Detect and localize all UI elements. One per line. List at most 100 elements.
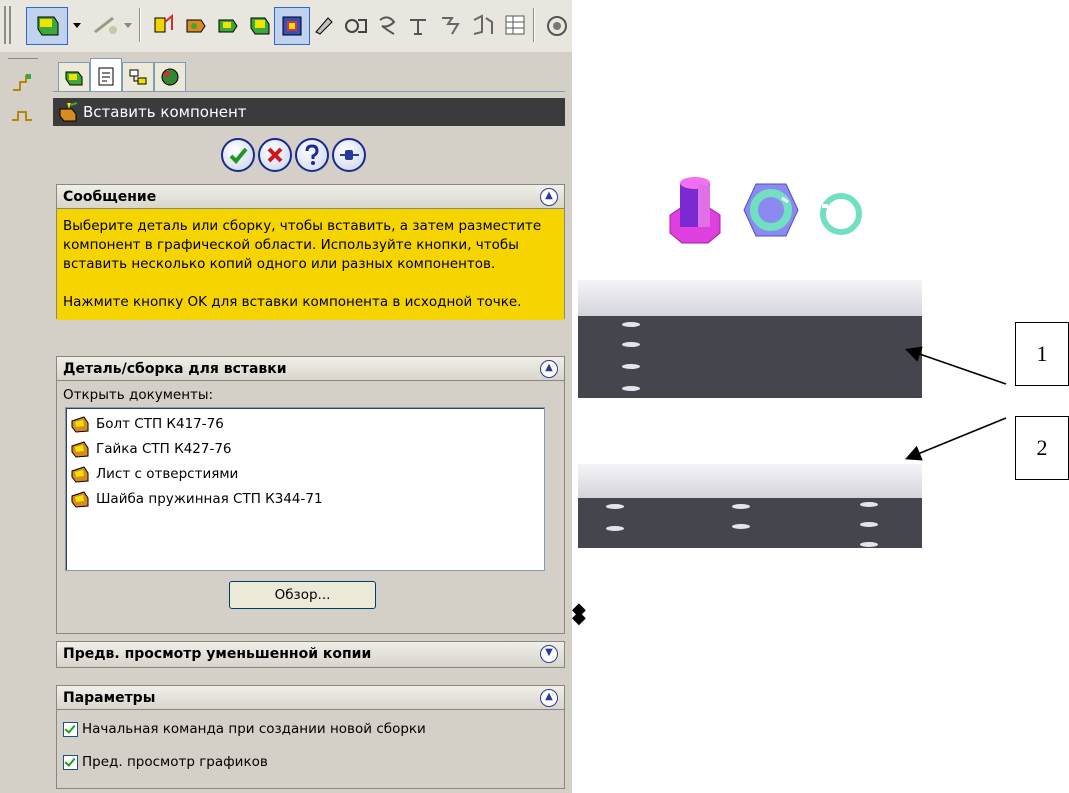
tab-appearance[interactable] [154,62,186,91]
part-icon [71,441,89,458]
browse-button[interactable]: Обзор... [229,581,376,609]
cancel-button[interactable] [258,138,292,172]
part-assembly-group: Деталь/сборка для вставки ▲ Открыть доку… [56,356,565,634]
document-name: Болт СТП К417-76 [96,416,224,432]
part-icon [71,491,89,508]
bolt-model[interactable] [668,177,722,249]
washer-model[interactable] [816,190,866,238]
pattern-component-icon[interactable] [274,7,310,45]
hole [860,522,878,527]
list-item[interactable]: Гайка СТП К427-76 [70,437,232,461]
thumbnail-preview-group-header[interactable]: Предв. просмотр уменьшенной копии ▼ [57,642,564,666]
thumbnail-preview-group: Предв. просмотр уменьшенной копии ▼ [56,641,565,668]
strip-divider [8,58,38,59]
toolbar-grip[interactable] [4,6,6,44]
callout-box-2: 2 [1015,416,1069,480]
insert-component-icon [57,101,79,123]
plate-1-front-face[interactable] [578,316,922,398]
toolbar-separator [533,8,535,42]
dropdown-arrow-icon[interactable] [120,7,136,43]
graphics-preview-checkbox[interactable] [63,754,78,770]
open-documents-list[interactable]: Болт СТП К417-76 Гайка СТП К427-76 Лист … [65,407,545,571]
feature-tree-icon [65,71,83,86]
callout-box-1: 1 [1015,322,1069,386]
document-name: Шайба пружинная СТП К344-71 [96,491,323,507]
collapse-chevron-icon[interactable]: ▲ [540,359,558,378]
panel-titlebar: Вставить компонент [53,98,565,126]
3d-view-icon[interactable] [540,7,572,43]
hide-show-icon[interactable] [338,7,372,43]
plate-1-top-face[interactable] [578,280,922,316]
tab-property-manager[interactable] [90,58,122,92]
move-component-icon[interactable] [178,7,212,43]
hole-series-icon[interactable] [466,7,500,43]
collapse-chevron-icon[interactable]: ▲ [540,187,558,206]
list-item[interactable]: Болт СТП К417-76 [70,412,224,436]
hole [860,502,878,507]
nut-model[interactable] [742,180,800,240]
part-icon [71,466,89,483]
list-item[interactable]: Лист с отверстиями [70,462,238,486]
help-button[interactable] [295,138,329,172]
message-group: Сообщение ▲ Выберите деталь или сборку, … [56,184,565,320]
configuration-icon[interactable] [10,72,34,94]
options-group-header[interactable]: Параметры ▲ [57,686,564,710]
rotate-component-icon[interactable] [210,7,244,43]
plate-2-front-face[interactable] [578,498,922,548]
leader-arrows [904,346,1007,461]
insert-component-icon[interactable] [242,7,276,43]
message-group-title: Сообщение [63,188,157,205]
appearance-sphere-icon [161,68,179,86]
part-assembly-group-header[interactable]: Деталь/сборка для вставки ▲ [57,357,564,381]
smart-fastener-icon[interactable] [88,7,122,43]
sidebar-strip [0,52,47,793]
tab-divider [53,91,565,92]
options-group: Параметры ▲ Начальная команда при создан… [56,685,565,789]
edit-icon[interactable] [306,7,340,43]
tab-configuration-manager[interactable] [122,62,154,91]
assembly-component-icon[interactable] [26,7,68,45]
message-group-header[interactable]: Сообщение ▲ [57,185,564,209]
message-body: Выберите деталь или сборку, чтобы встави… [57,209,564,320]
bom-icon[interactable] [498,7,532,43]
explode-view-icon[interactable] [370,7,404,43]
toolbar-separator [139,8,141,42]
expand-chevron-icon[interactable]: ▼ [540,645,558,663]
ok-check-icon [229,147,248,164]
exploded-line-icon[interactable] [402,7,436,43]
document-name: Гайка СТП К427-76 [96,441,232,457]
part-icon [71,416,89,433]
leader-line-1 [904,346,1007,385]
start-command-option[interactable]: Начальная команда при создании новой сбо… [63,721,426,737]
dropdown-arrow-icon[interactable] [68,7,86,43]
configuration-tree-icon [129,69,147,85]
hole [622,342,640,347]
hole [606,504,624,509]
collapse-chevron-icon[interactable]: ▲ [540,688,558,707]
toolbar-grip[interactable] [9,6,11,44]
hole [732,504,750,509]
ok-button[interactable] [221,138,255,172]
property-icon [98,67,114,85]
thumbnail-preview-group-title: Предв. просмотр уменьшенной копии [63,646,372,662]
start-command-label: Начальная команда при создании новой сбо… [82,721,426,737]
hole [622,364,640,369]
mate-icon[interactable] [146,7,180,43]
cancel-x-icon [267,147,283,163]
tab-feature-manager[interactable] [58,62,90,91]
graphics-area[interactable] [576,52,1069,793]
interference-icon[interactable] [434,7,468,43]
start-command-checkbox[interactable] [63,721,78,737]
step-signal-icon[interactable] [10,108,34,124]
pushpin-icon [340,150,359,160]
property-manager-panel: Вставить компонент Сообщение ▲ Выберите … [46,52,572,793]
open-documents-label: Открыть документы: [63,387,214,403]
plate-2-top-face[interactable] [578,464,922,498]
pushpin-button[interactable] [332,138,366,172]
help-icon [305,144,319,165]
options-group-title: Параметры [63,689,156,706]
graphics-preview-option[interactable]: Пред. просмотр графиков [63,754,268,770]
list-item[interactable]: Шайба пружинная СТП К344-71 [70,487,323,511]
hole [860,542,878,547]
leader-line-2 [905,417,1007,461]
